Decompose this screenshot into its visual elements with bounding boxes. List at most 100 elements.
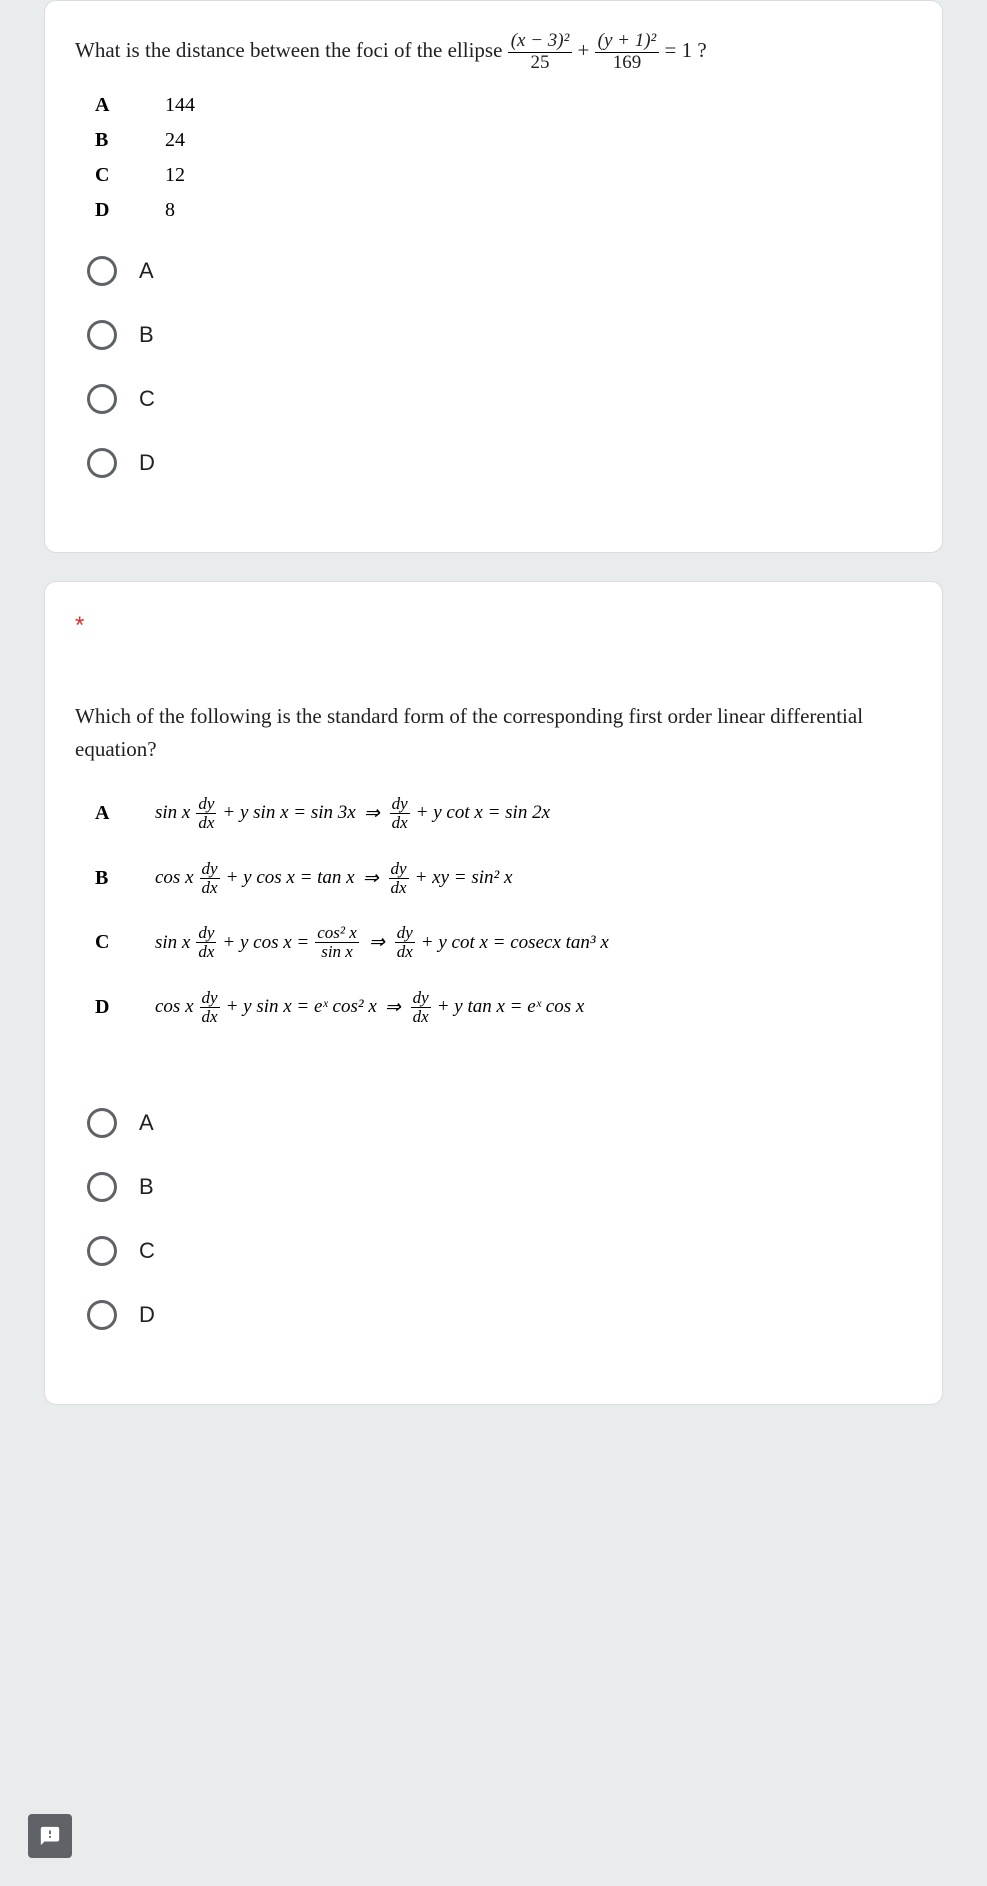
- q2-option-c[interactable]: C: [87, 1236, 912, 1266]
- q2-option-b-label: B: [139, 1174, 154, 1200]
- answer-value-a: 144: [165, 94, 195, 117]
- answer-key-table: A 144 B 24 C 12 D 8: [95, 94, 912, 222]
- dy: dy: [200, 860, 220, 879]
- cos2-den: sin x: [319, 943, 355, 961]
- dydx-frac: dy dx: [395, 924, 415, 961]
- fraction-1: (x − 3)² 25: [508, 31, 573, 74]
- radio-icon: [87, 1300, 117, 1330]
- eq-label-b: B: [95, 867, 155, 890]
- report-problem-button[interactable]: [28, 1814, 72, 1858]
- radio-icon: [87, 1108, 117, 1138]
- answer-label-a: A: [95, 94, 165, 117]
- q1-suffix: = 1 ?: [665, 38, 707, 62]
- right-term-c: + y cot x = cosecx tan³ x: [421, 932, 609, 954]
- eq-row-b: B cos x dy dx + y cos x = tan x ⇒ dy dx …: [95, 860, 912, 897]
- q1-option-c[interactable]: C: [87, 384, 912, 414]
- coeff-c: sin x: [155, 932, 190, 954]
- eq-row-d: D cos x dy dx + y sin x = eˣ cos² x ⇒ dy…: [95, 989, 912, 1026]
- q2-option-b[interactable]: B: [87, 1172, 912, 1202]
- answer-label-d: D: [95, 199, 165, 222]
- coeff-b: cos x: [155, 867, 194, 889]
- plus-sign: +: [578, 38, 595, 62]
- radio-icon: [87, 1236, 117, 1266]
- cos2-frac: cos² x sin x: [315, 924, 359, 961]
- q2-option-d-label: D: [139, 1302, 155, 1328]
- question-card-1: What is the distance between the foci of…: [44, 0, 943, 553]
- cos2-num: cos² x: [315, 924, 359, 943]
- eq-row-a: A sin x dy dx + y sin x = sin 3x ⇒ dy dx…: [95, 795, 912, 832]
- dy: dy: [200, 989, 220, 1008]
- q1-option-c-label: C: [139, 386, 155, 412]
- answer-row-b: B 24: [95, 129, 912, 152]
- required-star: *: [75, 612, 912, 640]
- left-term-b: + y cos x = tan x: [226, 867, 355, 889]
- eq-body-c: sin x dy dx + y cos x = cos² x sin x ⇒ d…: [155, 924, 609, 961]
- arrow-icon: ⇒: [385, 996, 401, 1019]
- dy: dy: [196, 795, 216, 814]
- answer-value-d: 8: [165, 199, 175, 222]
- q1-option-a-label: A: [139, 258, 154, 284]
- arrow-icon: ⇒: [363, 867, 379, 890]
- eq-label-c: C: [95, 931, 155, 954]
- arrow-icon: ⇒: [369, 931, 385, 954]
- dy: dy: [390, 795, 410, 814]
- right-term-a: + y cot x = sin 2x: [416, 802, 550, 824]
- answer-row-a: A 144: [95, 94, 912, 117]
- eq-body-b: cos x dy dx + y cos x = tan x ⇒ dy dx + …: [155, 860, 512, 897]
- dy: dy: [389, 860, 409, 879]
- radio-icon: [87, 256, 117, 286]
- dydx-frac: dy dx: [196, 795, 216, 832]
- q2-option-a[interactable]: A: [87, 1108, 912, 1138]
- frac1-num: (x − 3)²: [508, 31, 573, 53]
- dx: dx: [196, 943, 216, 961]
- radio-icon: [87, 448, 117, 478]
- dy: dy: [411, 989, 431, 1008]
- question-2-prompt: Which of the following is the standard f…: [75, 700, 912, 767]
- question-card-2: * Which of the following is the standard…: [44, 581, 943, 1405]
- left-term-d: + y sin x = eˣ cos² x: [226, 996, 377, 1018]
- dydx-frac: dy dx: [200, 989, 220, 1026]
- coeff-d: cos x: [155, 996, 194, 1018]
- q2-option-a-label: A: [139, 1110, 154, 1136]
- dx: dx: [411, 1008, 431, 1026]
- dx: dx: [389, 879, 409, 897]
- dx: dx: [200, 879, 220, 897]
- radio-icon: [87, 320, 117, 350]
- question-1-prompt: What is the distance between the foci of…: [75, 31, 912, 74]
- dx: dx: [200, 1008, 220, 1026]
- dx: dx: [196, 814, 216, 832]
- eq-body-a: sin x dy dx + y sin x = sin 3x ⇒ dy dx +…: [155, 795, 550, 832]
- fraction-2: (y + 1)² 169: [595, 31, 660, 74]
- right-term-b: + xy = sin² x: [415, 867, 513, 889]
- dydx-frac: dy dx: [411, 989, 431, 1026]
- coeff-a: sin x: [155, 802, 190, 824]
- dy: dy: [196, 924, 216, 943]
- answer-value-b: 24: [165, 129, 185, 152]
- right-term-d: + y tan x = eˣ cos x: [437, 996, 585, 1018]
- dy: dy: [395, 924, 415, 943]
- arrow-icon: ⇒: [364, 802, 380, 825]
- q2-option-c-label: C: [139, 1238, 155, 1264]
- q1-option-d[interactable]: D: [87, 448, 912, 478]
- alert-icon: [39, 1825, 61, 1847]
- answer-label-b: B: [95, 129, 165, 152]
- dx: dx: [390, 814, 410, 832]
- frac2-num: (y + 1)²: [595, 31, 660, 53]
- answer-value-c: 12: [165, 164, 185, 187]
- q1-option-a[interactable]: A: [87, 256, 912, 286]
- q2-option-d[interactable]: D: [87, 1300, 912, 1330]
- dydx-frac: dy dx: [200, 860, 220, 897]
- answer-row-d: D 8: [95, 199, 912, 222]
- eq-label-a: A: [95, 802, 155, 825]
- answer-row-c: C 12: [95, 164, 912, 187]
- q1-option-b[interactable]: B: [87, 320, 912, 350]
- dx: dx: [395, 943, 415, 961]
- dydx-frac: dy dx: [390, 795, 410, 832]
- left-term-c: + y cos x =: [222, 932, 309, 954]
- frac2-den: 169: [595, 53, 660, 74]
- q1-prompt-prefix: What is the distance between the foci of…: [75, 38, 508, 62]
- eq-body-d: cos x dy dx + y sin x = eˣ cos² x ⇒ dy d…: [155, 989, 584, 1026]
- eq-label-d: D: [95, 996, 155, 1019]
- dydx-frac: dy dx: [389, 860, 409, 897]
- radio-icon: [87, 1172, 117, 1202]
